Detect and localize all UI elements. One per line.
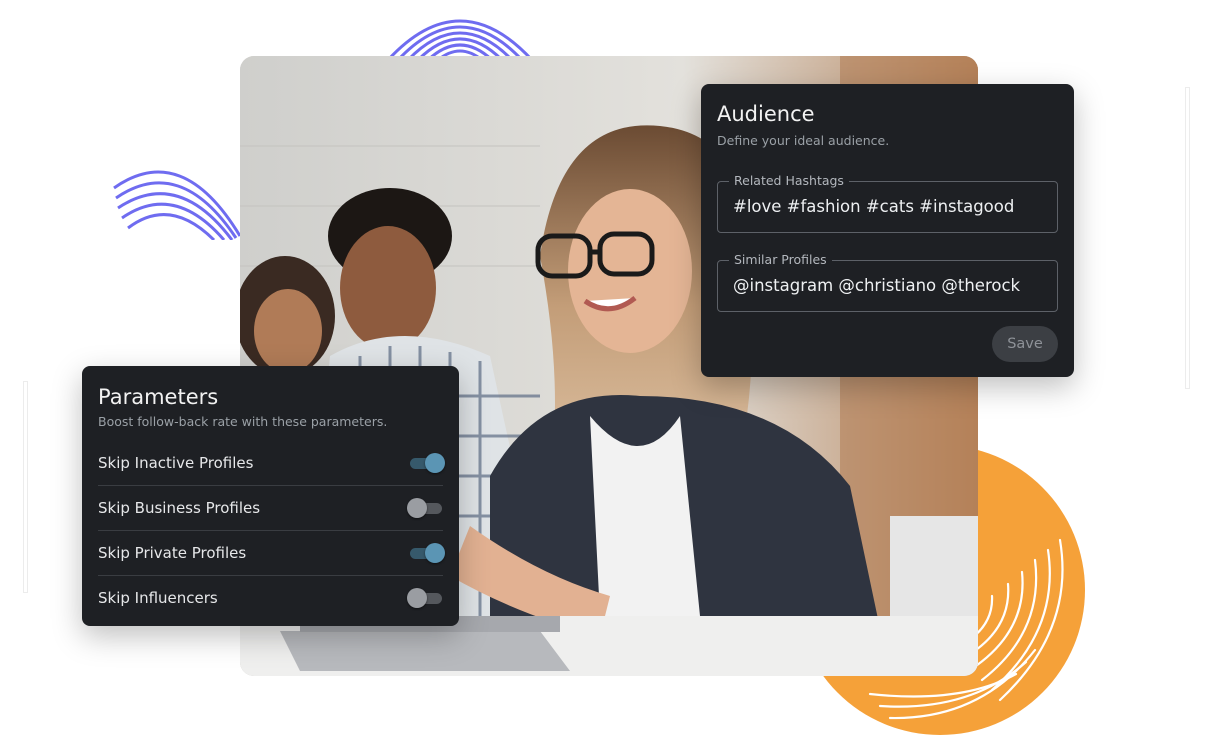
frame-accent-right — [1186, 88, 1189, 388]
toggle-knob — [425, 453, 445, 473]
purple-arc-doodle-left — [113, 170, 242, 240]
toggle-knob — [425, 543, 445, 563]
similar-profiles-field[interactable]: Similar Profiles @instagram @christiano … — [717, 252, 1058, 312]
similar-profiles-value: @instagram @christiano @therock — [733, 276, 1021, 295]
option-label: Skip Inactive Profiles — [98, 454, 254, 472]
similar-profiles-label: Similar Profiles — [729, 252, 832, 267]
toggle-skip-business[interactable] — [407, 498, 443, 518]
audience-title: Audience — [717, 102, 815, 126]
save-button[interactable]: Save — [992, 326, 1058, 362]
related-hashtags-label: Related Hashtags — [729, 173, 849, 188]
related-hashtags-value: #love #fashion #cats #instagood — [733, 197, 1015, 216]
option-row-skip-inactive: Skip Inactive Profiles — [98, 441, 445, 486]
audience-subtitle: Define your ideal audience. — [717, 133, 890, 148]
parameters-subtitle: Boost follow-back rate with these parame… — [98, 414, 388, 429]
audience-panel: Audience Define your ideal audience. Rel… — [701, 84, 1074, 377]
toggle-skip-private[interactable] — [409, 543, 445, 563]
related-hashtags-field[interactable]: Related Hashtags #love #fashion #cats #i… — [717, 173, 1058, 233]
option-row-skip-influencers: Skip Influencers — [98, 576, 443, 620]
toggle-knob — [407, 588, 427, 608]
purple-arc-doodle-top — [386, 19, 534, 62]
option-label: Skip Business Profiles — [98, 499, 261, 517]
option-row-skip-business: Skip Business Profiles — [98, 486, 443, 531]
toggle-skip-inactive[interactable] — [409, 453, 445, 473]
option-label: Skip Private Profiles — [98, 544, 247, 562]
frame-accent-left — [24, 382, 27, 592]
toggle-knob — [407, 498, 427, 518]
toggle-skip-influencers[interactable] — [407, 588, 443, 608]
parameters-title: Parameters — [98, 385, 219, 409]
parameters-panel: Parameters Boost follow-back rate with t… — [82, 366, 459, 626]
option-row-skip-private: Skip Private Profiles — [98, 531, 445, 576]
option-label: Skip Influencers — [98, 589, 218, 607]
